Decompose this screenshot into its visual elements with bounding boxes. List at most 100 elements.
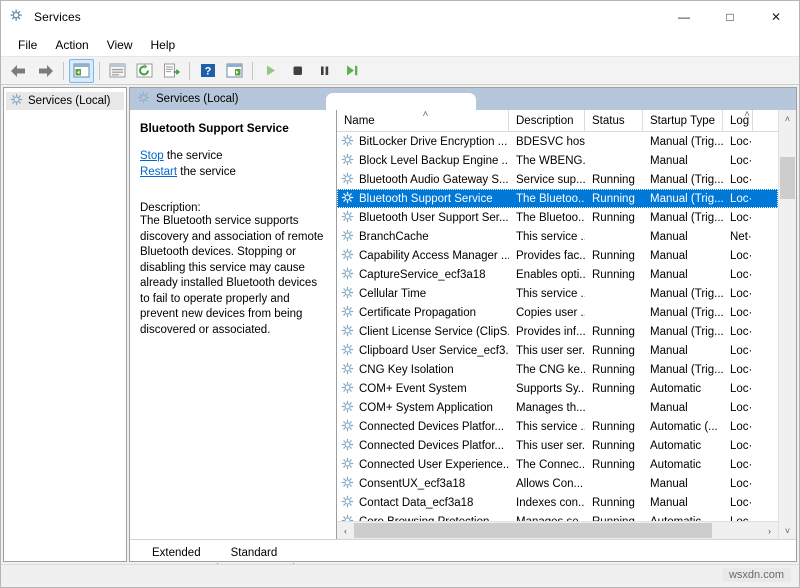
vertical-scroll-thumb[interactable] [780,157,795,199]
table-row[interactable]: Contact Data_ecf3a18Indexes con...Runnin… [337,493,778,512]
cell-startup: Manual (Trig... [643,136,723,148]
horizontal-scrollbar[interactable]: ‹ › [337,521,778,539]
stop-service-icon[interactable] [285,59,310,83]
minimize-button[interactable]: — [661,1,707,33]
table-row[interactable]: Core Browsing ProtectionManages se...Run… [337,512,778,521]
table-row[interactable]: Cellular TimeThis service ...Manual (Tri… [337,284,778,303]
description-text: The Bluetooth service supports discovery… [140,214,326,338]
close-button[interactable]: ✕ [753,1,799,33]
services-gear-icon [341,172,354,188]
cell-description: Copies user ... [509,307,585,319]
tree-item-services-local[interactable]: Services (Local) [6,92,124,110]
menu-help[interactable]: Help [142,35,185,55]
table-row[interactable]: Connected User Experience...The Connec..… [337,455,778,474]
cell-text: Connected User Experience... [359,459,509,471]
service-detail-panel: Bluetooth Support Service Stop the servi… [130,110,337,539]
cell-name: ConsentUX_ecf3a18 [337,476,509,492]
table-row[interactable]: CNG Key IsolationThe CNG ke...RunningMan… [337,360,778,379]
cell-text: Running [592,364,635,376]
cell-name: Cellular Time [337,286,509,302]
column-header-log[interactable]: Log˄ [723,110,753,131]
table-row[interactable]: CaptureService_ecf3a18Enables opti...Run… [337,265,778,284]
table-row[interactable]: BitLocker Drive Encryption ...BDESVC hos… [337,132,778,151]
column-header-label: Status [592,115,625,127]
column-header-name[interactable]: Name˄ [337,110,509,131]
cell-logon: Loc· [723,326,753,338]
table-row[interactable]: Bluetooth Audio Gateway S...Service sup.… [337,170,778,189]
vertical-scrollbar[interactable]: ˄ ˅ [778,110,796,539]
start-service-icon[interactable] [258,59,283,83]
maximize-button[interactable]: □ [707,1,753,33]
cell-text: Manual (Trig... [650,288,723,300]
menu-view[interactable]: View [98,35,142,55]
vertical-scroll-track[interactable] [779,127,796,522]
properties-icon[interactable] [105,59,130,83]
cell-text: Service sup... [516,174,585,186]
show-hide-console-tree-icon[interactable] [69,59,94,83]
cell-name: Bluetooth User Support Ser... [337,210,509,226]
table-row[interactable]: Certificate PropagationCopies user ...Ma… [337,303,778,322]
cell-text: ConsentUX_ecf3a18 [359,478,465,490]
table-row[interactable]: COM+ Event SystemSupports Sy...RunningAu… [337,379,778,398]
cell-startup: Automatic [643,383,723,395]
help-icon[interactable]: ? [195,59,220,83]
table-row[interactable]: Bluetooth User Support Ser...The Bluetoo… [337,208,778,227]
table-row[interactable]: Block Level Backup Engine ...The WBENG..… [337,151,778,170]
column-header-description[interactable]: Description [509,110,585,131]
restart-service-link[interactable]: Restart [140,166,177,178]
refresh-icon[interactable] [132,59,157,83]
table-row[interactable]: Clipboard User Service_ecf3...This user … [337,341,778,360]
menu-action[interactable]: Action [46,35,97,55]
cell-logon: Loc· [723,440,753,452]
table-row[interactable]: Client License Service (ClipS...Provides… [337,322,778,341]
services-gear-icon [341,324,354,340]
column-header-label: Startup Type [650,115,715,127]
cell-text: Enables opti... [516,269,585,281]
menu-file[interactable]: File [9,35,46,55]
show-hide-action-pane-icon[interactable] [222,59,247,83]
cell-description: The CNG ke... [509,364,585,376]
scroll-up-button[interactable]: ˄ [779,110,796,127]
scroll-down-button[interactable]: ˅ [779,522,796,539]
scroll-right-button[interactable]: › [761,522,778,539]
horizontal-scroll-track[interactable] [354,522,761,539]
table-row[interactable]: Connected Devices Platfor...This service… [337,417,778,436]
cell-text: Connected Devices Platfor... [359,440,504,452]
column-header-startup-type[interactable]: Startup Type [643,110,723,131]
table-row[interactable]: Bluetooth Support ServiceThe Bluetoo...R… [337,189,778,208]
restart-service-suffix: the service [177,166,236,178]
table-row[interactable]: Connected Devices Platfor... This user se… [337,436,778,455]
cell-text: This user ser... [516,440,585,452]
table-row[interactable]: Capability Access Manager ...Provides fa… [337,246,778,265]
cell-description: Manages se... [509,516,585,522]
cell-text: Loc· [730,345,752,357]
table-row[interactable]: BranchCacheThis service ...ManualNet· [337,227,778,246]
cell-text: Loc· [730,421,752,433]
stop-service-link[interactable]: Stop [140,150,164,162]
cell-startup: Manual (Trig... [643,288,723,300]
services-list: Name˄Description Status Startup Type Log˄ B… [337,110,778,539]
table-row[interactable]: COM+ System ApplicationManages th...Manu… [337,398,778,417]
cell-text: Running [592,459,635,471]
back-arrow-icon[interactable] [6,59,31,83]
forward-arrow-icon[interactable] [33,59,58,83]
tab-standard[interactable]: Standard [221,545,288,561]
cell-name: Clipboard User Service_ecf3... [337,343,509,359]
pause-service-icon[interactable] [312,59,337,83]
column-header-status[interactable]: Status [585,110,643,131]
services-gear-icon [341,381,354,397]
cell-logon: Loc· [723,516,753,522]
tab-extended[interactable]: Extended [142,545,211,561]
services-gear-icon [341,438,354,454]
horizontal-scroll-thumb[interactable] [354,523,712,538]
services-gear-icon [341,267,354,283]
scroll-left-button[interactable]: ‹ [337,522,354,539]
cell-text: Automatic (... [650,421,718,433]
cell-text: Loc· [730,307,752,319]
cell-startup: Automatic [643,440,723,452]
export-list-icon[interactable] [159,59,184,83]
cell-startup: Manual (Trig... [643,326,723,338]
restart-service-icon[interactable] [339,59,364,83]
cell-text: CaptureService_ecf3a18 [359,269,486,281]
table-row[interactable]: ConsentUX_ecf3a18Allows Con...ManualLoc· [337,474,778,493]
